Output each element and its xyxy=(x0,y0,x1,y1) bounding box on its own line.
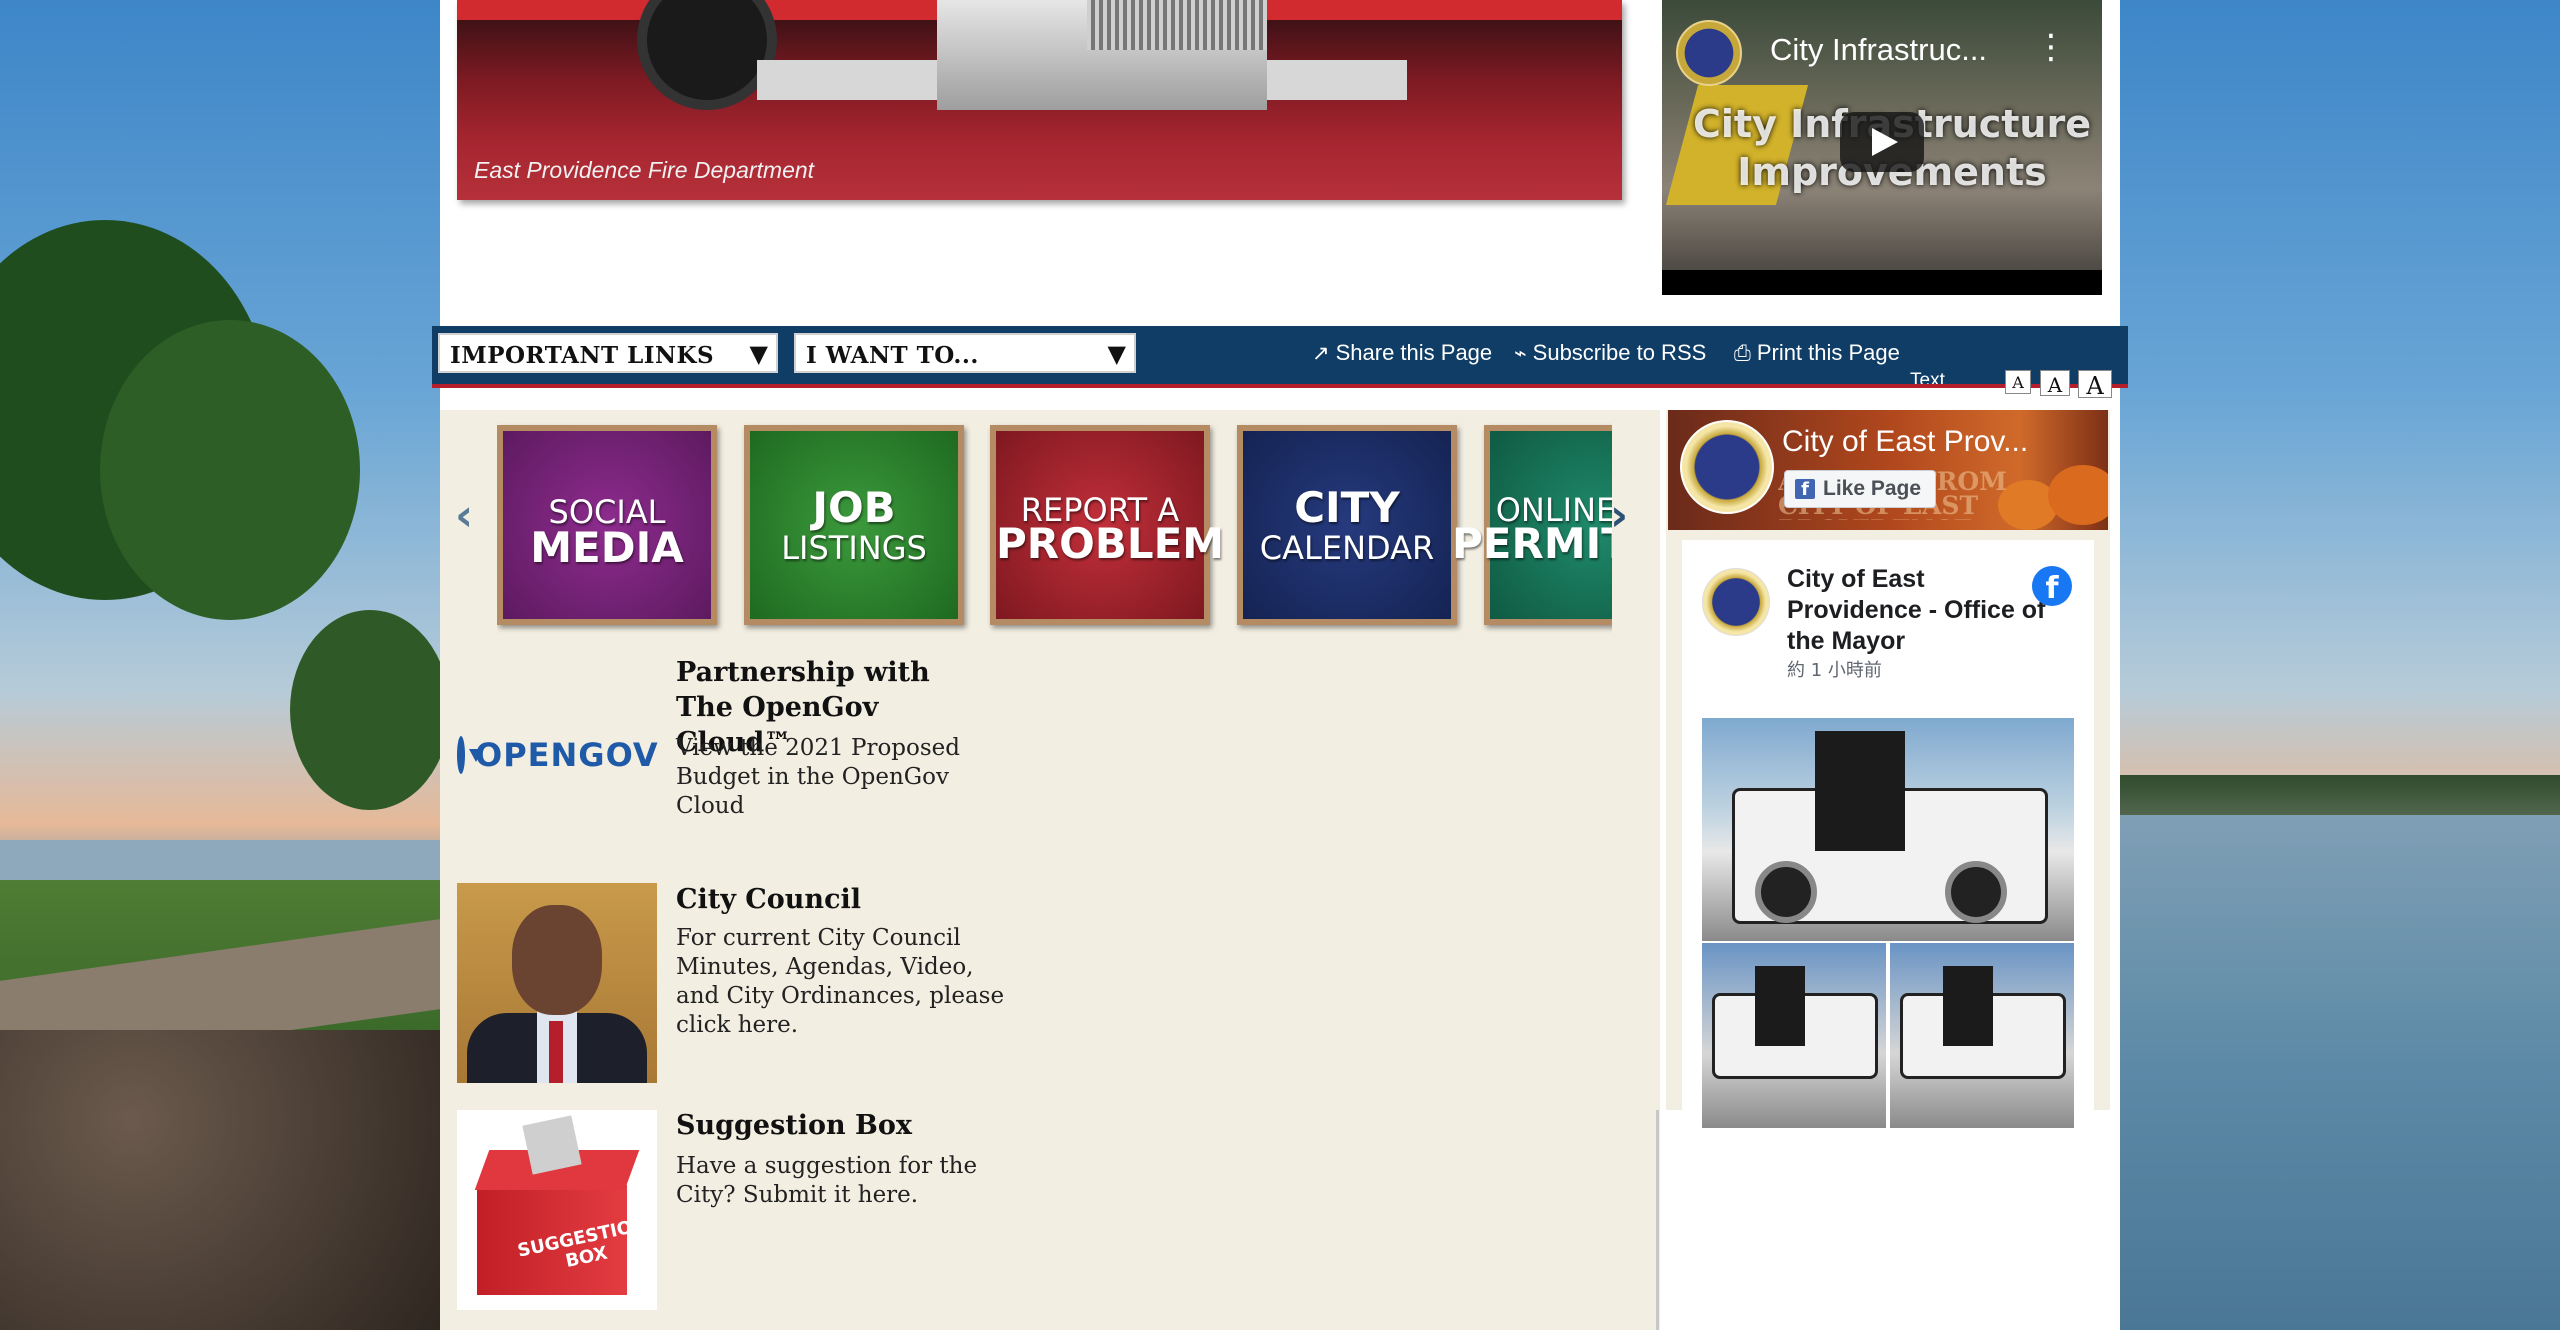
hero-truck-grille xyxy=(937,0,1267,110)
like-page-label: Like Page xyxy=(1823,477,1922,500)
facebook-post: City of East Providence - Office of the … xyxy=(1682,540,2094,1128)
text-size-large-button[interactable]: A xyxy=(2078,370,2112,398)
report-a-problem-tile[interactable]: REPORT A PROBLEM xyxy=(990,425,1225,625)
print-page-link[interactable]: ⎙ Print this Page xyxy=(1734,340,1900,366)
tile-line2: CALENDAR xyxy=(1259,529,1435,567)
background-tree xyxy=(100,320,360,620)
rss-icon: ⌁ xyxy=(1514,341,1527,365)
suggestion-box-description: Have a suggestion for the City? Submit i… xyxy=(676,1153,978,1208)
facebook-f-icon: f xyxy=(1795,479,1815,500)
important-links-label: IMPORTANT LINKS xyxy=(450,342,715,369)
text-size-medium-button[interactable]: A xyxy=(2040,370,2070,396)
sweeper-wheel xyxy=(1755,861,1817,923)
sweeper-truck-graphic xyxy=(1732,731,2048,924)
dropdown-arrow-icon: ▼ xyxy=(1107,340,1126,368)
tile-line2: PERMITS xyxy=(1452,519,1612,568)
tile-line2: PROBLEM xyxy=(996,519,1225,568)
opengov-logo[interactable]: OPENGOV xyxy=(457,730,659,780)
subscribe-rss-label: Subscribe to RSS xyxy=(1532,340,1707,365)
tile-line1: CITY xyxy=(1294,483,1400,532)
job-listings-tile[interactable]: JOB LISTINGS xyxy=(744,425,964,625)
channel-logo-icon[interactable] xyxy=(1676,20,1742,86)
post-timestamp[interactable]: 約 1 小時前 xyxy=(1787,656,1882,682)
sweeper-cab xyxy=(1943,966,1993,1046)
text-size-small-button[interactable]: A xyxy=(2005,370,2031,394)
share-page-label: Share this Page xyxy=(1335,340,1493,365)
share-page-link[interactable]: ↗ Share this Page xyxy=(1312,340,1492,366)
i-want-to-dropdown[interactable]: I WANT TO... ▼ xyxy=(794,333,1136,373)
suggestion-box-title[interactable]: Suggestion Box xyxy=(676,1108,996,1143)
online-permits-tile[interactable]: ONLINE PERMITS xyxy=(1452,425,1612,625)
opengov-description: View the 2021 Proposed Budget in the Ope… xyxy=(676,735,961,819)
play-icon[interactable] xyxy=(1840,112,1924,172)
tile-line1: JOB xyxy=(812,483,896,532)
video-embed[interactable]: City Infrastructure Improvements City In… xyxy=(1662,0,2102,295)
city-council-description: For current City Council Minutes, Agenda… xyxy=(676,925,1005,1038)
tile-line2: MEDIA xyxy=(530,523,684,572)
print-icon: ⎙ xyxy=(1734,341,1751,365)
background-far-shore xyxy=(2120,775,2560,815)
post-photo-tertiary[interactable] xyxy=(1890,943,2074,1128)
suggestion-box-paper xyxy=(522,1115,582,1175)
sweeper-cab xyxy=(1755,966,1805,1046)
text-size-label: Text xyxy=(1910,370,1945,384)
carousel-prev-icon[interactable]: ‹ xyxy=(455,490,473,541)
background-tree xyxy=(290,610,450,810)
facebook-page-name[interactable]: City of East Prov... xyxy=(1782,425,2028,459)
hero-truck-wheel xyxy=(637,0,777,110)
dropdown-arrow-icon: ▼ xyxy=(749,340,768,368)
background-water-right xyxy=(2120,815,2560,1330)
subscribe-rss-link[interactable]: ⌁ Subscribe to RSS xyxy=(1514,340,1706,366)
suggestion-box-image[interactable]: SUGGESTION BOX xyxy=(457,1110,657,1310)
social-media-tile[interactable]: SOCIAL MEDIA xyxy=(497,425,717,625)
hero-slideshow[interactable]: East Providence Fire Department xyxy=(457,0,1622,200)
sweeper-wheel xyxy=(1945,861,2007,923)
kebab-icon[interactable]: ⋮ xyxy=(2034,30,2068,64)
hero-caption: East Providence Fire Department xyxy=(474,157,815,183)
facebook-page-logo[interactable] xyxy=(1680,420,1774,514)
post-author-avatar[interactable] xyxy=(1702,568,1770,636)
background-rocks xyxy=(0,1030,440,1330)
print-page-label: Print this Page xyxy=(1756,340,1900,365)
post-photo-secondary[interactable] xyxy=(1702,943,1886,1128)
quick-links-carousel: SOCIAL MEDIA JOB LISTINGS REPORT A PROBL… xyxy=(497,420,1612,635)
opengov-logo-icon xyxy=(457,736,483,774)
post-author-name[interactable]: City of East Providence - Office of the … xyxy=(1787,564,2047,657)
video-title[interactable]: City Infrastruc... xyxy=(1770,32,1987,68)
sweeper-cab xyxy=(1815,731,1905,851)
post-photo-main[interactable] xyxy=(1702,718,2074,941)
like-page-button[interactable]: f Like Page xyxy=(1784,470,1937,508)
i-want-to-label: I WANT TO... xyxy=(806,342,979,369)
opengov-logo-text: OPENGOV xyxy=(475,736,659,774)
tile-line2: LISTINGS xyxy=(781,529,927,567)
city-council-title[interactable]: City Council xyxy=(676,882,996,917)
share-icon: ↗ xyxy=(1312,341,1330,365)
sidebar-divider xyxy=(1656,1110,1659,1330)
carousel-next-icon[interactable]: › xyxy=(1610,490,1628,541)
important-links-dropdown[interactable]: IMPORTANT LINKS ▼ xyxy=(438,333,778,373)
sweeper-truck-graphic xyxy=(1900,966,2066,1079)
portrait-head xyxy=(512,905,602,1015)
sweeper-truck-graphic xyxy=(1712,966,1878,1079)
portrait-tie xyxy=(549,1021,563,1083)
facebook-logo-icon[interactable]: f xyxy=(2032,566,2072,606)
utility-toolbar: IMPORTANT LINKS ▼ I WANT TO... ▼ ↗ Share … xyxy=(432,326,2128,388)
city-council-photo[interactable] xyxy=(457,883,657,1083)
city-calendar-tile[interactable]: CITY CALENDAR xyxy=(1237,425,1457,625)
